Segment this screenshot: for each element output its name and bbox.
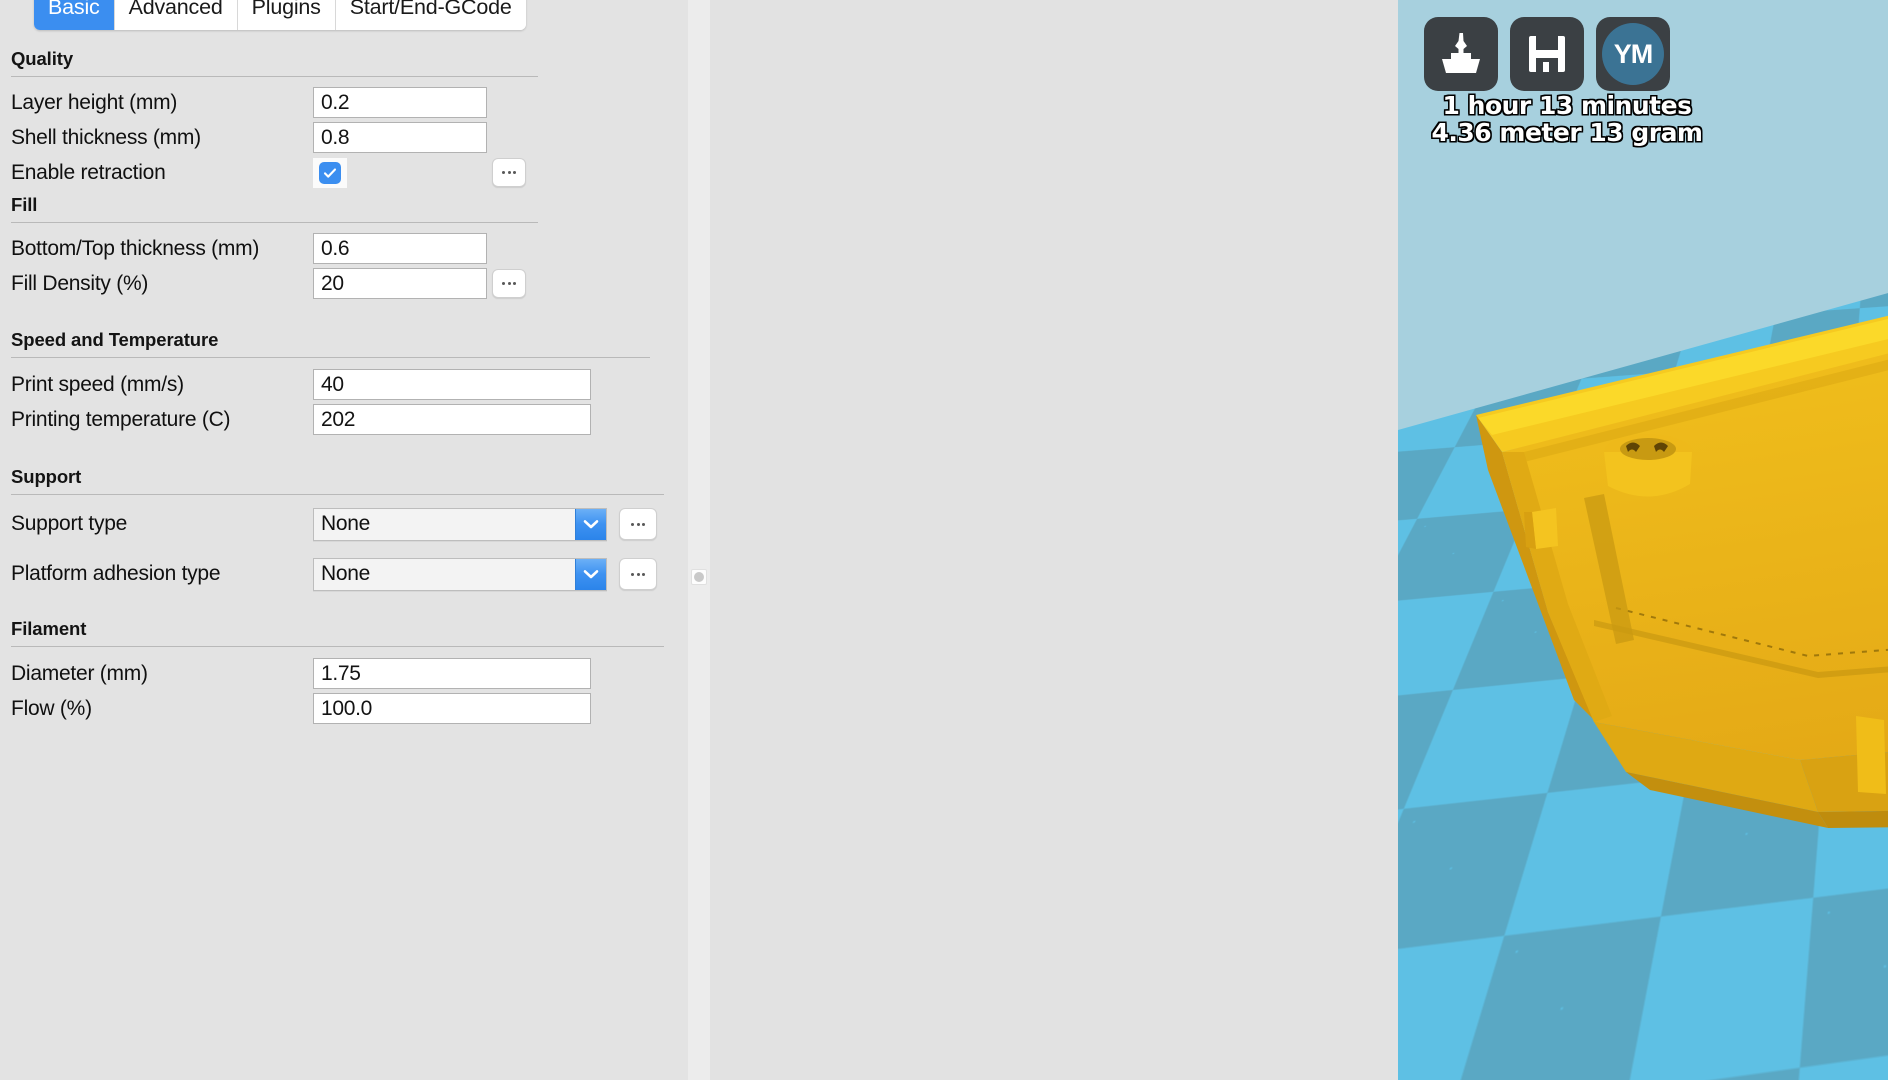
- group-support: Support Support type None Platform adhes…: [0, 466, 688, 599]
- youmagine-icon: YM: [1602, 23, 1664, 85]
- dot-2: [507, 171, 511, 174]
- dropdown-support-type-value: None: [321, 512, 371, 535]
- dot-3: [513, 282, 516, 285]
- input-layer-height[interactable]: 0.2: [313, 87, 487, 118]
- chevron-down-icon[interactable]: [575, 508, 606, 540]
- floppy-disk-save-icon: [1529, 36, 1565, 72]
- cura-main-window: Basic Advanced Plugins Start/End-GCode Q…: [0, 0, 1888, 1080]
- group-title-fill: Fill: [11, 194, 38, 215]
- dot-3: [642, 572, 645, 576]
- label-layer-height: Layer height (mm): [11, 90, 178, 114]
- group-divider-filament: [11, 646, 664, 647]
- chevron-down-icon[interactable]: [575, 558, 606, 590]
- viewport-toolbar: YM: [1424, 17, 1670, 91]
- dot-1: [631, 572, 634, 576]
- more-button-support-type[interactable]: [619, 508, 657, 540]
- row-platform-adhesion-type: Platform adhesion type None: [0, 549, 688, 599]
- settings-tab-strip: Basic Advanced Plugins Start/End-GCode: [34, 0, 526, 30]
- group-divider-speed-temperature: [11, 357, 650, 358]
- tab-advanced[interactable]: Advanced: [114, 0, 238, 30]
- group-title-speed-temperature: Speed and Temperature: [11, 329, 219, 350]
- dot-1: [631, 522, 634, 526]
- label-printing-temperature: Printing temperature (C): [11, 407, 231, 431]
- group-divider-support: [11, 494, 664, 495]
- dropdown-platform-adhesion-type-value: None: [321, 562, 371, 585]
- row-bottom-top-thickness: Bottom/Top thickness (mm) 0.6: [0, 231, 688, 266]
- tab-basic[interactable]: Basic: [34, 0, 115, 30]
- checkbox-checked-box: [319, 161, 341, 184]
- dot-2: [507, 282, 511, 285]
- group-filament: Filament Diameter (mm) 1.75 Flow (%) 100…: [0, 618, 688, 726]
- save-toolpath-button[interactable]: [1510, 17, 1584, 91]
- dot-3: [642, 522, 645, 526]
- label-platform-adhesion-type: Platform adhesion type: [11, 562, 221, 585]
- label-print-speed: Print speed (mm/s): [11, 372, 184, 396]
- 3d-viewport[interactable]: YM 1 hour 13 minutes 4.36 meter 13 gram: [1398, 0, 1888, 1080]
- row-print-speed: Print speed (mm/s) 40: [0, 367, 688, 402]
- splitter-grip[interactable]: [691, 569, 707, 585]
- checkbox-enable-retraction[interactable]: [313, 157, 347, 188]
- group-fill: Fill Bottom/Top thickness (mm) 0.6 Fill …: [0, 194, 688, 301]
- print-statistics: 1 hour 13 minutes 4.36 meter 13 gram: [1422, 92, 1712, 146]
- load-model-icon: [1442, 33, 1480, 73]
- input-flow[interactable]: 100.0: [313, 693, 591, 724]
- input-bottom-top-thickness[interactable]: 0.6: [313, 233, 487, 264]
- row-diameter: Diameter (mm) 1.75: [0, 656, 688, 691]
- input-shell-thickness[interactable]: 0.8: [313, 122, 487, 153]
- group-divider-fill: [11, 222, 538, 223]
- label-flow: Flow (%): [11, 696, 92, 720]
- label-fill-density: Fill Density (%): [11, 271, 149, 295]
- input-fill-density[interactable]: 20: [313, 268, 487, 299]
- print-time-estimate: 1 hour 13 minutes: [1442, 91, 1692, 120]
- checkmark-icon: [323, 167, 337, 178]
- label-shell-thickness: Shell thickness (mm): [11, 125, 201, 149]
- dropdown-support-type[interactable]: None: [313, 507, 607, 541]
- group-title-filament: Filament: [11, 618, 87, 639]
- row-shell-thickness: Shell thickness (mm) 0.8: [0, 120, 688, 155]
- group-divider-quality: [11, 76, 538, 77]
- panel-splitter[interactable]: [688, 0, 710, 1080]
- input-print-speed[interactable]: 40: [313, 369, 591, 400]
- label-support-type: Support type: [11, 512, 128, 535]
- row-printing-temperature: Printing temperature (C) 202: [0, 402, 688, 437]
- tab-plugins[interactable]: Plugins: [237, 0, 336, 30]
- dot-3: [513, 171, 516, 174]
- more-button-platform-adhesion-type[interactable]: [619, 558, 657, 590]
- label-enable-retraction: Enable retraction: [11, 160, 166, 184]
- label-diameter: Diameter (mm): [11, 661, 148, 685]
- row-support-type: Support type None: [0, 499, 688, 549]
- youmagine-button[interactable]: YM: [1596, 17, 1670, 91]
- input-printing-temperature[interactable]: 202: [313, 404, 591, 435]
- dropdown-platform-adhesion-type[interactable]: None: [313, 557, 607, 591]
- dot-2: [636, 572, 640, 576]
- group-title-support: Support: [11, 466, 82, 487]
- print-material-estimate: 4.36 meter 13 gram: [1431, 118, 1703, 147]
- label-bottom-top-thickness: Bottom/Top thickness (mm): [11, 236, 260, 260]
- row-enable-retraction: Enable retraction: [0, 155, 688, 190]
- group-speed-temperature: Speed and Temperature Print speed (mm/s)…: [0, 329, 688, 437]
- dot-1: [502, 171, 505, 174]
- row-flow: Flow (%) 100.0: [0, 691, 688, 726]
- group-title-quality: Quality: [11, 48, 74, 69]
- group-quality: Quality Layer height (mm) 0.2 Shell thic…: [0, 48, 688, 190]
- dot-2: [636, 522, 640, 526]
- dot-1: [502, 282, 505, 285]
- more-button-retraction[interactable]: [492, 158, 526, 187]
- splitter-grip-dot: [694, 572, 704, 582]
- input-diameter[interactable]: 1.75: [313, 658, 591, 689]
- tab-start-end-gcode[interactable]: Start/End-GCode: [335, 0, 526, 30]
- row-layer-height: Layer height (mm) 0.2: [0, 85, 688, 120]
- row-fill-density: Fill Density (%) 20: [0, 266, 688, 301]
- more-button-fill-density[interactable]: [492, 269, 526, 298]
- settings-panel: Basic Advanced Plugins Start/End-GCode Q…: [0, 0, 688, 1080]
- load-model-button[interactable]: [1424, 17, 1498, 91]
